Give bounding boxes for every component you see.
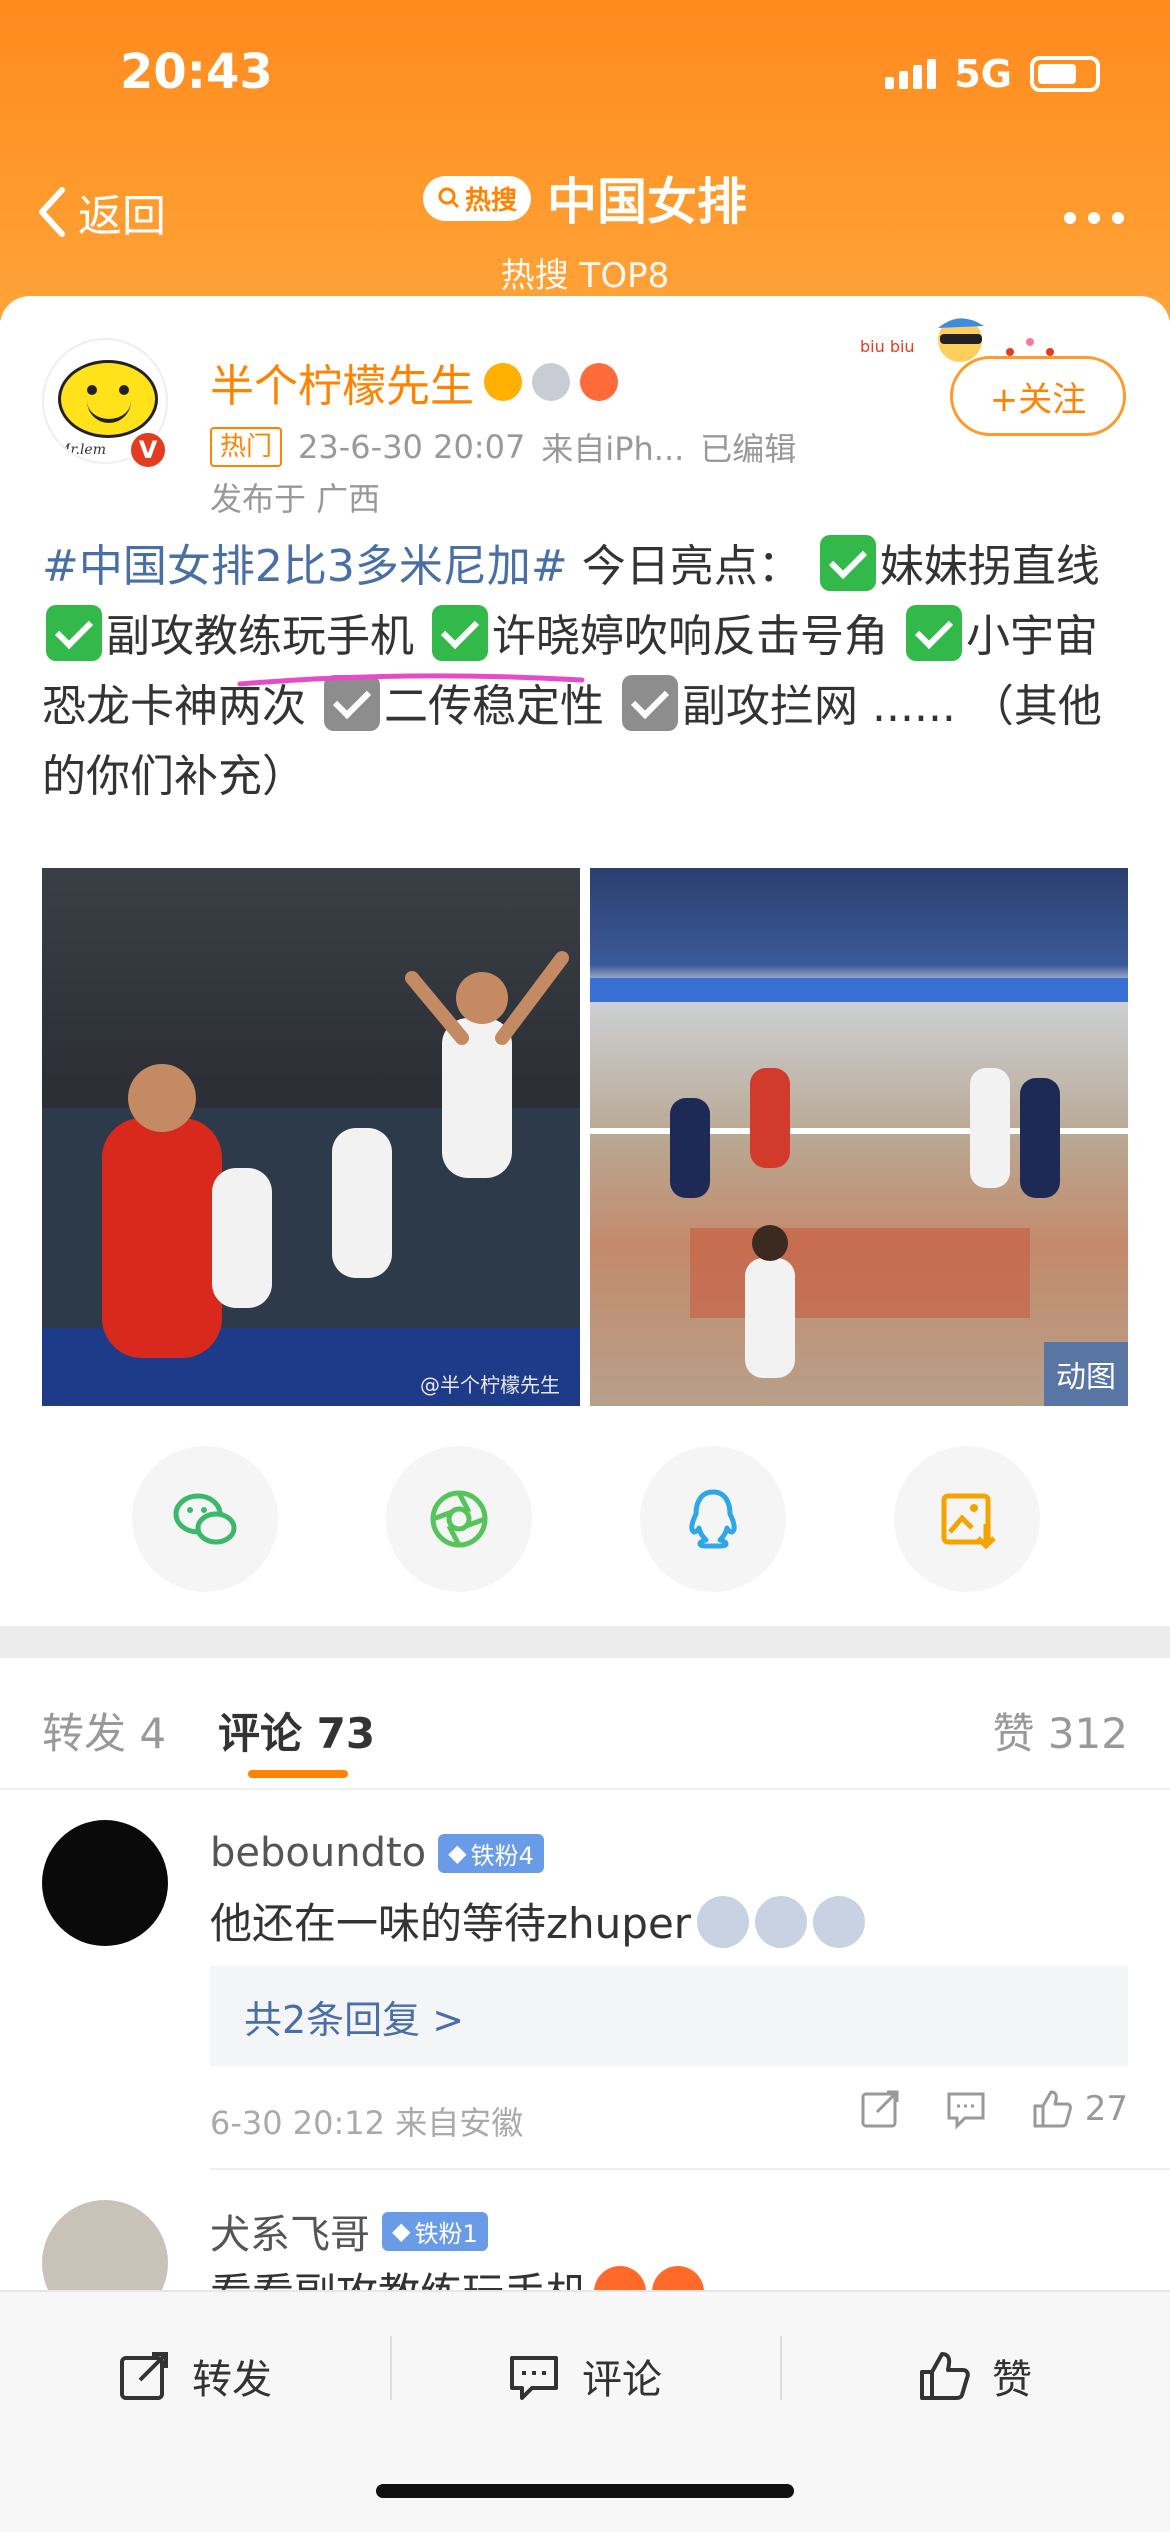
green-check-icon — [432, 605, 488, 661]
post-image-1[interactable]: @半个柠檬先生 — [42, 868, 580, 1406]
comment-icon — [510, 2356, 558, 2400]
interaction-tabs: 转发 4 评论 73 赞 312 — [0, 1658, 1170, 1790]
home-indicator — [376, 2484, 794, 2498]
comment-avatar[interactable] — [42, 1820, 168, 1946]
crown-badge-icon — [484, 363, 522, 401]
comment-text: 他还在一味的等待zhuper — [210, 1890, 866, 1951]
diamond-icon: ◆ — [392, 2217, 411, 2245]
username[interactable]: 半个柠檬先生 — [210, 350, 618, 414]
thumbs-up-icon — [1033, 2090, 1072, 2128]
emoji-icon — [652, 2266, 705, 2290]
comment-actions: 27 — [857, 2086, 1128, 2132]
network-label: 5G — [954, 52, 1012, 96]
comment-separator — [210, 2168, 1170, 2170]
emoji-icon — [755, 1896, 808, 1948]
green-check-icon — [906, 605, 962, 661]
post-meta: 热门 23-6-30 20:07 来自iPh... 已编辑 — [210, 424, 796, 470]
post-text: #中国女排2比3多米尼加# 今日亮点： 妹妹拐直线 副攻教练玩手机 许晓婷吹响反… — [42, 532, 1132, 812]
post-image-2[interactable]: 动图 — [590, 868, 1128, 1406]
post-source: 来自iPh... — [541, 430, 685, 468]
handwritten-underline — [237, 673, 585, 687]
repost-icon — [120, 2352, 168, 2400]
share-moments-button[interactable] — [386, 1446, 532, 1592]
lemon-avatar-icon — [58, 360, 158, 438]
tab-comments[interactable]: 评论 73 — [218, 1700, 375, 1761]
emoji-icon — [813, 1896, 866, 1948]
like-button[interactable]: 赞 — [916, 2336, 1032, 2416]
volleyball-court-illustration — [590, 978, 1128, 1378]
volleyball-photo-illustration — [42, 951, 580, 1406]
title-area: 热搜 中国女排 热搜 TOP8 — [0, 162, 1170, 297]
save-image-icon — [941, 1493, 996, 1550]
comment-author[interactable]: 犬系飞哥 ◆ 铁粉1 — [210, 2202, 488, 2260]
moments-icon — [430, 1490, 488, 1548]
hot-badge: 热门 — [210, 427, 283, 467]
status-time: 20:43 — [120, 44, 273, 100]
save-image-button[interactable] — [894, 1446, 1040, 1592]
gray-check-icon — [622, 675, 678, 731]
battery-icon — [1030, 56, 1100, 92]
emoji-icon — [594, 2266, 647, 2290]
page-subtitle: 热搜 TOP8 — [500, 256, 670, 296]
comment-avatar[interactable] — [42, 2200, 168, 2290]
bird-badge-icon — [580, 363, 618, 401]
post-intro: 今日亮点： — [567, 541, 802, 592]
thumbs-up-icon — [920, 2352, 970, 2400]
bar-separator — [390, 2336, 392, 2400]
verified-badge: V — [128, 430, 168, 470]
comment-list: beboundto ◆ 铁粉4 他还在一味的等待zhuper 共2条回复 > 6-… — [0, 1790, 1170, 2290]
gif-badge: 动图 — [1044, 1342, 1128, 1406]
post-card: Mr.lem V 半个柠檬先生 热门 23-6-30 20:07 来自iPh..… — [0, 296, 1170, 1626]
avatar-caption: Mr.lem — [56, 442, 106, 458]
share-wechat-button[interactable] — [132, 1446, 278, 1592]
follow-button[interactable]: +关注 — [950, 356, 1126, 436]
repost-icon[interactable] — [857, 2086, 903, 2132]
post-timestamp: 23-6-30 20:07 — [298, 428, 526, 466]
highlight-item: 副攻教练玩手机 — [106, 611, 414, 662]
share-qq-button[interactable] — [640, 1446, 786, 1592]
comment-icon[interactable] — [943, 2086, 989, 2132]
section-divider — [0, 1626, 1170, 1658]
tab-indicator — [248, 1770, 348, 1778]
bar-separator — [780, 2336, 782, 2400]
comment-text: 看看副攻教练玩手机 — [210, 2260, 705, 2290]
highlight-item: 妹妹拐直线 — [879, 541, 1100, 592]
comment-meta: 6-30 20:12 来自安徽 — [210, 2104, 524, 2142]
fan-badge: ◆ 铁粉1 — [382, 2211, 488, 2251]
highlight-item: 许晓婷吹响反击号角 — [492, 611, 888, 662]
hot-search-tag: 热搜 — [422, 175, 531, 221]
fan-badge: ◆ 铁粉4 — [438, 1833, 544, 1873]
qq-icon — [689, 1489, 737, 1549]
post-location: 发布于 广西 — [210, 480, 381, 518]
svg-text:biu biu: biu biu — [860, 337, 915, 356]
highlight-item: 副攻拦网 — [682, 681, 858, 732]
like-count: 27 — [1084, 2089, 1128, 2129]
repost-button[interactable]: 转发 — [116, 2336, 272, 2416]
comment-author[interactable]: beboundto ◆ 铁粉4 — [210, 1830, 544, 1876]
like-button[interactable]: 27 — [1029, 2086, 1128, 2132]
wechat-icon — [173, 1493, 237, 1545]
signal-icon — [885, 59, 937, 89]
emoji-icon — [697, 1896, 750, 1948]
tab-likes[interactable]: 赞 312 — [992, 1700, 1128, 1761]
view-replies-link[interactable]: 共2条回复 > — [210, 1966, 1128, 2066]
search-icon — [438, 187, 460, 209]
more-options-icon[interactable] — [1064, 212, 1124, 224]
hashtag-link[interactable]: #中国女排2比3多米尼加# — [42, 541, 568, 592]
header: 20:43 5G 返回 热搜 中国女排 热搜 TOP8 — [0, 0, 1170, 320]
tab-reposts[interactable]: 转发 4 — [42, 1700, 166, 1761]
comment-button[interactable]: 评论 — [506, 2336, 662, 2416]
page-title: 中国女排 — [547, 173, 747, 231]
status-icons: 5G — [885, 52, 1100, 96]
green-check-icon — [819, 535, 876, 591]
green-check-icon — [46, 605, 102, 661]
medal-badge-icon — [532, 363, 570, 401]
edited-label: 已编辑 — [700, 430, 797, 468]
diamond-icon: ◆ — [448, 1839, 467, 1867]
image-watermark: @半个柠檬先生 — [420, 1373, 560, 1397]
